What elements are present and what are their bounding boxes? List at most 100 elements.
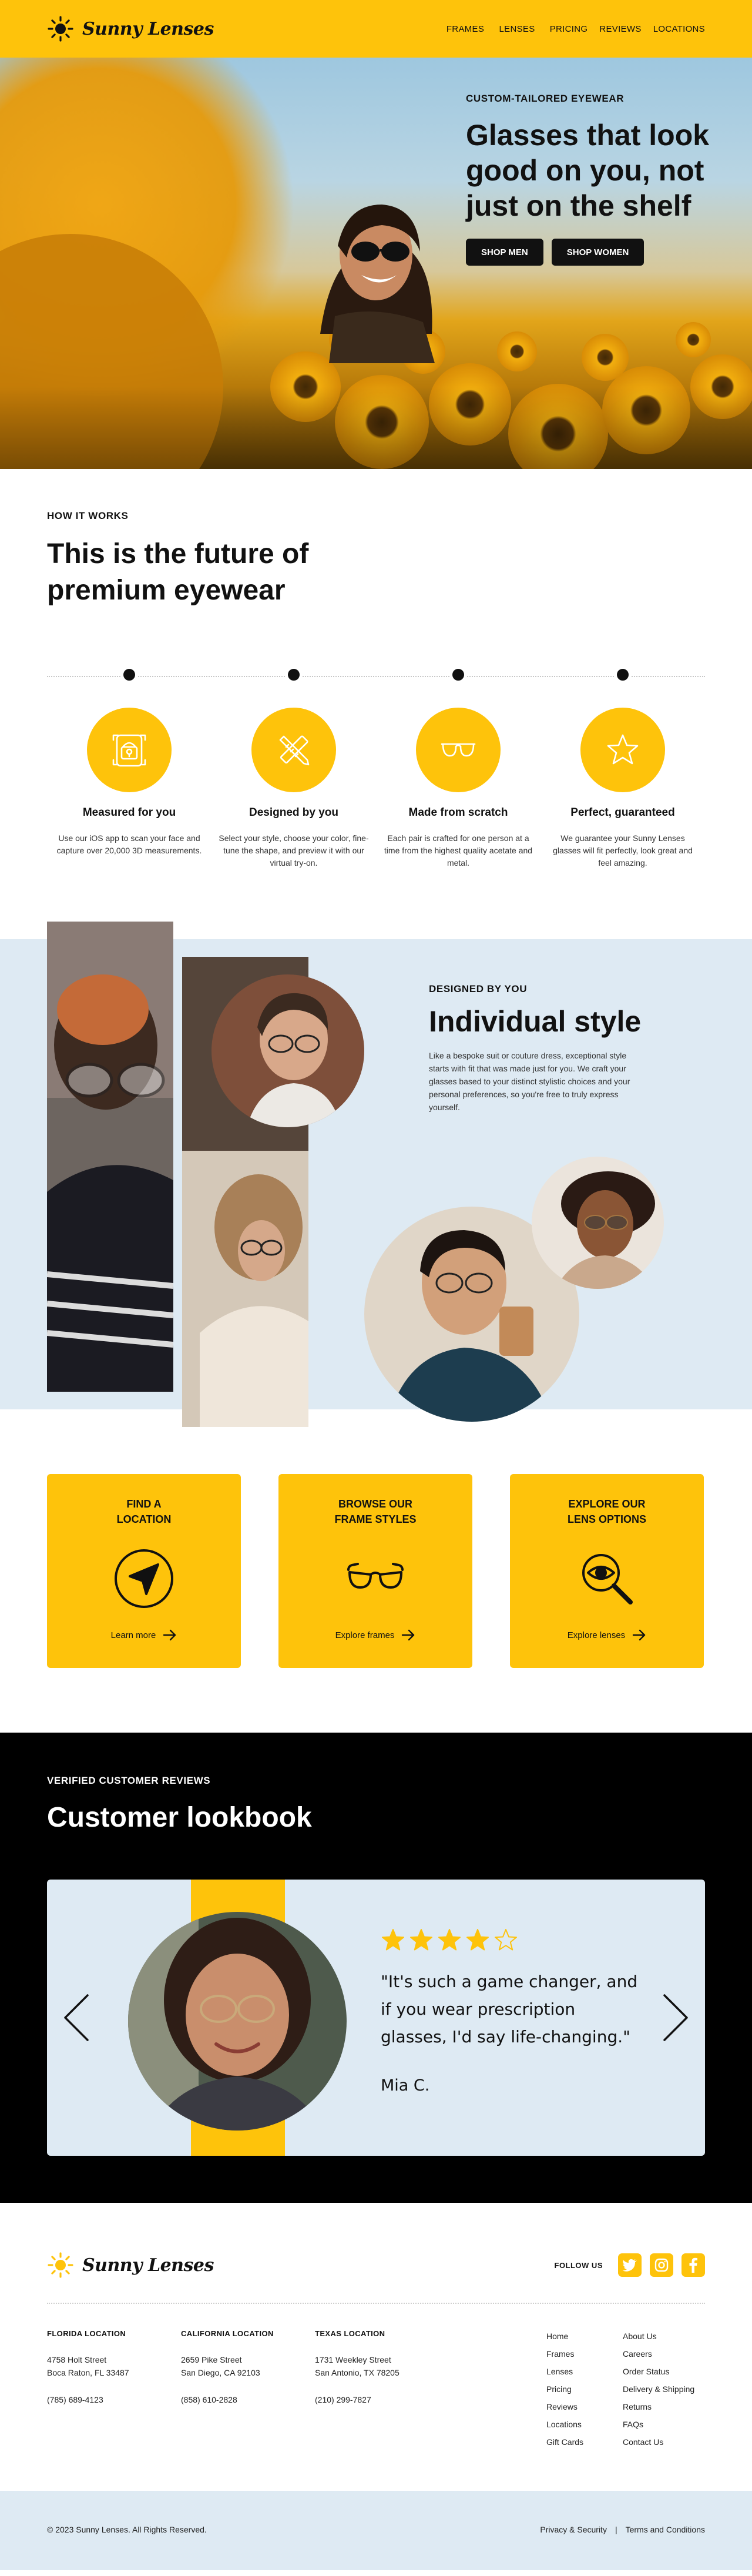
footer-top: Sunny Lenses FOLLOW US xyxy=(47,2247,705,2283)
footer-link-frames[interactable]: Frames xyxy=(546,2345,583,2363)
location-phone[interactable]: (210) 299-7827 xyxy=(315,2393,449,2406)
footer-locations: FLORIDA LOCATION 4758 Holt Street Boca R… xyxy=(47,2327,449,2406)
footer-link-delivery[interactable]: Delivery & Shipping xyxy=(623,2380,694,2398)
step-title: Made from scratch xyxy=(408,806,508,819)
magnifier-eye-icon xyxy=(582,1554,633,1604)
footer-link-order-status[interactable]: Order Status xyxy=(623,2363,694,2380)
chevron-left-icon xyxy=(64,1994,89,2041)
bottom-bar: © 2023 Sunny Lenses. All Rights Reserved… xyxy=(0,2491,752,2570)
reviews-section: VERIFIED CUSTOMER REVIEWS Customer lookb… xyxy=(0,1733,752,2203)
step-title: Perfect, guaranteed xyxy=(570,806,675,819)
explore-lenses-link[interactable]: Explore lenses xyxy=(568,1629,646,1641)
star-filled-icon xyxy=(410,1929,432,1951)
twitter-icon xyxy=(622,2259,637,2272)
location-florida: FLORIDA LOCATION 4758 Holt Street Boca R… xyxy=(47,2327,181,2406)
hero: CUSTOM-TAILORED EYEWEAR Glasses that loo… xyxy=(0,58,752,469)
nav-pricing[interactable]: PRICING xyxy=(543,24,595,34)
step-guaranteed: Perfect, guaranteed We guarantee your Su… xyxy=(540,666,705,869)
step-measured: Measured for you Use our iOS app to scan… xyxy=(47,666,212,869)
footer-link-home[interactable]: Home xyxy=(546,2327,583,2345)
next-review-button[interactable] xyxy=(658,1988,693,2047)
step-dot xyxy=(615,666,631,683)
glasses-icon xyxy=(347,1563,404,1589)
footer-link-contact[interactable]: Contact Us xyxy=(623,2433,694,2451)
footer-link-pricing[interactable]: Pricing xyxy=(546,2380,583,2398)
step-icon-circle xyxy=(416,708,501,792)
shop-men-button[interactable]: SHOP MEN xyxy=(466,239,543,266)
location-address-line1: 2659 Pike Street xyxy=(181,2355,242,2364)
footer-link-returns[interactable]: Returns xyxy=(623,2398,694,2416)
footer-links-secondary: About Us Careers Order Status Delivery &… xyxy=(623,2327,694,2451)
nav-lenses[interactable]: LENSES xyxy=(491,24,543,34)
shop-women-button[interactable]: SHOP WOMEN xyxy=(551,239,644,266)
nav-locations[interactable]: LOCATIONS xyxy=(646,24,705,34)
card-lens-options[interactable]: EXPLORE OUR LENS OPTIONS Explore lenses xyxy=(510,1474,704,1668)
individual-style-text: DESIGNED BY YOU Individual style Like a … xyxy=(429,983,664,1114)
footer-link-careers[interactable]: Careers xyxy=(623,2345,694,2363)
star-filled-icon xyxy=(466,1929,489,1951)
sun-icon xyxy=(48,2252,73,2278)
hero-title: Glasses that look good on you, not just … xyxy=(466,119,710,222)
circle-photo-man-glasses xyxy=(212,974,364,1127)
terms-link[interactable]: Terms and Conditions xyxy=(626,2525,705,2534)
star-filled-icon xyxy=(382,1929,404,1951)
facebook-link[interactable] xyxy=(682,2253,705,2277)
follow-us: FOLLOW US xyxy=(554,2253,705,2277)
main-nav: FRAMES LENSES PRICING REVIEWS LOCATIONS xyxy=(439,24,705,34)
step-dot xyxy=(286,666,302,683)
card-title: FIND A LOCATION xyxy=(116,1498,172,1525)
location-phone[interactable]: (858) 610-2828 xyxy=(181,2393,315,2406)
follow-label: FOLLOW US xyxy=(554,2260,603,2270)
nav-reviews[interactable]: REVIEWS xyxy=(595,24,646,34)
previous-review-button[interactable] xyxy=(59,1988,94,2047)
card-find-location[interactable]: FIND A LOCATION Learn more xyxy=(47,1474,241,1668)
explore-frames-link[interactable]: Explore frames xyxy=(335,1629,416,1641)
style-desc: Like a bespoke suit or couture dress, ex… xyxy=(429,1051,630,1112)
style-title: Individual style xyxy=(429,1005,642,1038)
card-title: BROWSE OUR FRAME STYLES xyxy=(334,1498,417,1525)
logo[interactable]: Sunny Lenses xyxy=(47,15,214,42)
card-link-label: Explore frames xyxy=(335,1630,395,1640)
footer-links-primary: Home Frames Lenses Pricing Reviews Locat… xyxy=(546,2327,583,2451)
instagram-icon xyxy=(654,2258,669,2272)
step-icon-circle xyxy=(580,708,665,792)
feature-cards: FIND A LOCATION Learn more BROWSE OUR FR… xyxy=(47,1474,704,1668)
location-phone[interactable]: (785) 689-4123 xyxy=(47,2393,181,2406)
learn-more-link[interactable]: Learn more xyxy=(111,1629,177,1641)
footer-link-reviews[interactable]: Reviews xyxy=(546,2398,583,2416)
facebook-icon xyxy=(689,2257,697,2273)
location-california: CALIFORNIA LOCATION 2659 Pike Street San… xyxy=(181,2327,315,2406)
footer-link-gift-cards[interactable]: Gift Cards xyxy=(546,2433,583,2451)
footer-link-about[interactable]: About Us xyxy=(623,2327,694,2345)
pencil-ruler-icon xyxy=(279,735,310,766)
nav-frames[interactable]: FRAMES xyxy=(439,24,491,34)
twitter-link[interactable] xyxy=(618,2253,642,2277)
individual-style-section: DESIGNED BY YOU Individual style Like a … xyxy=(0,922,752,1427)
step-icon-circle xyxy=(251,708,336,792)
hero-woman xyxy=(320,205,435,363)
footer-logo[interactable]: Sunny Lenses xyxy=(47,2252,214,2279)
arrow-right-icon xyxy=(632,1629,646,1641)
card-link-label: Learn more xyxy=(110,1630,156,1640)
step-desc: Use our iOS app to scan your face and ca… xyxy=(56,833,202,855)
step-title: Designed by you xyxy=(249,806,339,819)
legal-separator: | xyxy=(615,2525,617,2534)
star-icon xyxy=(607,734,639,765)
sun-icon xyxy=(48,16,73,42)
portrait-photo-man-glasses xyxy=(47,922,173,1392)
instagram-link[interactable] xyxy=(650,2253,673,2277)
step-icon-circle xyxy=(87,708,172,792)
review-card: "It's such a game changer, and if you we… xyxy=(47,1880,705,2156)
location-address-line2: San Antonio, TX 78205 xyxy=(315,2368,400,2377)
hero-text: CUSTOM-TAILORED EYEWEAR Glasses that loo… xyxy=(466,93,724,266)
privacy-link[interactable]: Privacy & Security xyxy=(540,2525,607,2534)
footer-link-faqs[interactable]: FAQs xyxy=(623,2416,694,2433)
card-frame-styles[interactable]: BROWSE OUR FRAME STYLES Explore frames xyxy=(278,1474,472,1668)
logo-text: Sunny Lenses xyxy=(82,18,214,39)
location-address-line2: San Diego, CA 92103 xyxy=(181,2368,260,2377)
footer-link-lenses[interactable]: Lenses xyxy=(546,2363,583,2380)
location-address-line1: 4758 Holt Street xyxy=(47,2355,107,2364)
footer-link-locations[interactable]: Locations xyxy=(546,2416,583,2433)
how-it-works-section: HOW IT WORKS This is the future of premi… xyxy=(0,469,752,939)
card-link-label: Explore lenses xyxy=(567,1630,626,1640)
